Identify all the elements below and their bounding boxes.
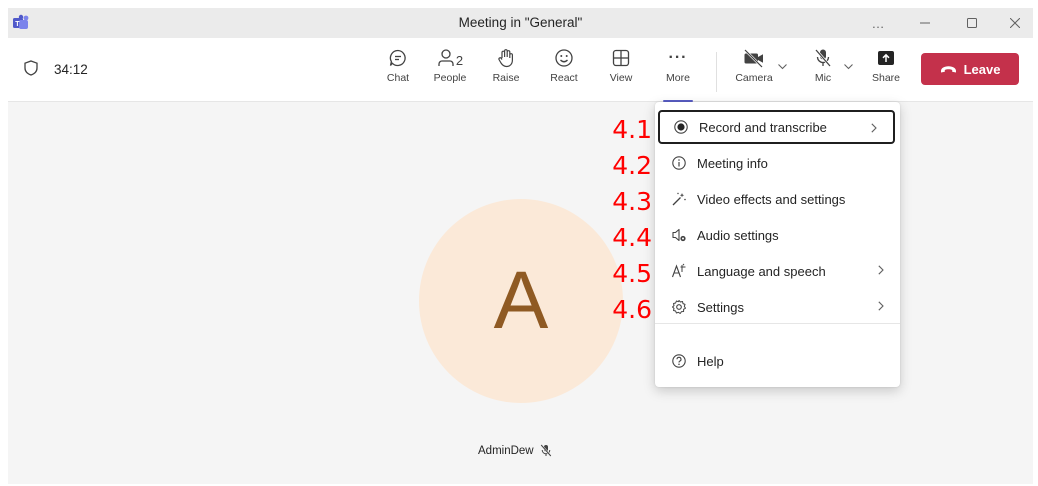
menu-item-audio-settings[interactable]: Audio settings bbox=[655, 218, 900, 252]
gear-icon bbox=[671, 299, 687, 315]
react-button[interactable]: React bbox=[541, 48, 587, 98]
leave-button[interactable]: Leave bbox=[921, 53, 1019, 85]
participant-name: AdminDew bbox=[478, 444, 534, 457]
emoji-icon bbox=[555, 49, 573, 67]
annotation-label: 4.3 bbox=[612, 187, 652, 216]
camera-options-chevron-icon[interactable] bbox=[778, 64, 787, 70]
annotation-label: 4.5 bbox=[612, 259, 652, 288]
annotation-label: 4.6 bbox=[612, 295, 652, 324]
menu-item-label: Language and speech bbox=[697, 263, 826, 279]
more-options-menu: Record and transcribe Meeting info Video… bbox=[655, 102, 900, 387]
raise-hand-button[interactable]: Raise bbox=[483, 48, 529, 98]
people-button[interactable]: 2 People bbox=[427, 48, 473, 98]
record-icon bbox=[673, 119, 689, 135]
chevron-right-icon bbox=[878, 265, 884, 275]
speaker-settings-icon bbox=[671, 227, 687, 243]
menu-item-settings[interactable]: Settings bbox=[655, 290, 900, 324]
share-button[interactable]: Share bbox=[863, 48, 909, 98]
camera-button[interactable]: Camera bbox=[727, 48, 781, 98]
raise-hand-icon bbox=[498, 49, 513, 68]
mic-label: Mic bbox=[814, 72, 832, 84]
menu-item-record-and-transcribe[interactable]: Record and transcribe bbox=[658, 110, 895, 144]
grid-view-icon bbox=[612, 49, 630, 67]
share-screen-icon bbox=[878, 51, 894, 65]
menu-item-video-effects[interactable]: Video effects and settings bbox=[655, 182, 900, 216]
chevron-right-icon bbox=[878, 301, 884, 311]
people-count-badge: 2 bbox=[455, 53, 464, 68]
camera-label: Camera bbox=[735, 72, 773, 84]
more-options-label: … bbox=[871, 15, 885, 31]
menu-item-label: Settings bbox=[697, 299, 744, 315]
phone-hangup-icon bbox=[940, 65, 956, 72]
menu-divider bbox=[655, 323, 900, 324]
window-more-button[interactable]: … bbox=[860, 8, 896, 38]
chevron-right-icon bbox=[871, 123, 877, 133]
avatar-initial: A bbox=[493, 255, 549, 346]
share-label: Share bbox=[871, 72, 901, 84]
menu-item-label: Audio settings bbox=[697, 227, 779, 243]
mic-off-icon bbox=[815, 49, 831, 67]
chat-button[interactable]: Chat bbox=[375, 48, 421, 98]
menu-item-help[interactable]: Help bbox=[655, 344, 900, 378]
shield-icon[interactable] bbox=[24, 60, 38, 76]
meeting-toolbar: 34:12 Chat 2 People Raise React View ···… bbox=[8, 38, 1033, 102]
more-dots-icon: ··· bbox=[668, 49, 688, 66]
annotation-label: 4.4 bbox=[612, 223, 652, 252]
more-button[interactable]: ··· More bbox=[655, 48, 701, 102]
annotation-label: 4.2 bbox=[612, 151, 652, 180]
magic-wand-icon bbox=[671, 191, 687, 207]
menu-item-meeting-info[interactable]: Meeting info bbox=[655, 146, 900, 180]
camera-off-icon bbox=[744, 49, 763, 68]
people-label: People bbox=[433, 72, 467, 84]
people-icon bbox=[438, 49, 454, 66]
chat-label: Chat bbox=[386, 72, 410, 84]
info-icon bbox=[671, 155, 687, 171]
close-icon bbox=[1010, 18, 1020, 28]
chat-icon bbox=[389, 49, 406, 67]
menu-item-label: Record and transcribe bbox=[699, 119, 827, 135]
toolbar-divider bbox=[716, 52, 717, 92]
view-label: View bbox=[609, 72, 633, 84]
close-button[interactable] bbox=[997, 8, 1033, 38]
menu-item-label: Help bbox=[697, 353, 724, 369]
teams-meeting-window: T Meeting in "General" … 34:12 Chat 2 Pe… bbox=[8, 8, 1033, 484]
participant-name-tag: AdminDew bbox=[478, 444, 552, 457]
raise-label: Raise bbox=[492, 72, 520, 84]
help-icon bbox=[671, 353, 687, 369]
menu-item-language-and-speech[interactable]: Language and speech bbox=[655, 254, 900, 288]
minimize-button[interactable] bbox=[907, 8, 943, 38]
menu-item-label: Video effects and settings bbox=[697, 191, 846, 207]
more-label: More bbox=[666, 72, 690, 84]
minimize-icon bbox=[920, 22, 930, 24]
participant-avatar[interactable]: A bbox=[419, 199, 623, 403]
muted-mic-icon bbox=[540, 444, 552, 457]
annotation-label: 4.1 bbox=[612, 115, 652, 144]
meeting-timer: 34:12 bbox=[54, 62, 88, 77]
title-bar: T Meeting in "General" … bbox=[8, 8, 1033, 38]
mic-button[interactable]: Mic bbox=[800, 48, 846, 98]
menu-item-label: Meeting info bbox=[697, 155, 768, 171]
maximize-icon bbox=[967, 18, 977, 28]
react-label: React bbox=[550, 72, 578, 84]
leave-label: Leave bbox=[963, 61, 1001, 77]
mic-options-chevron-icon[interactable] bbox=[844, 64, 853, 70]
view-button[interactable]: View bbox=[598, 48, 644, 98]
maximize-button[interactable] bbox=[954, 8, 990, 38]
language-icon bbox=[671, 263, 687, 279]
